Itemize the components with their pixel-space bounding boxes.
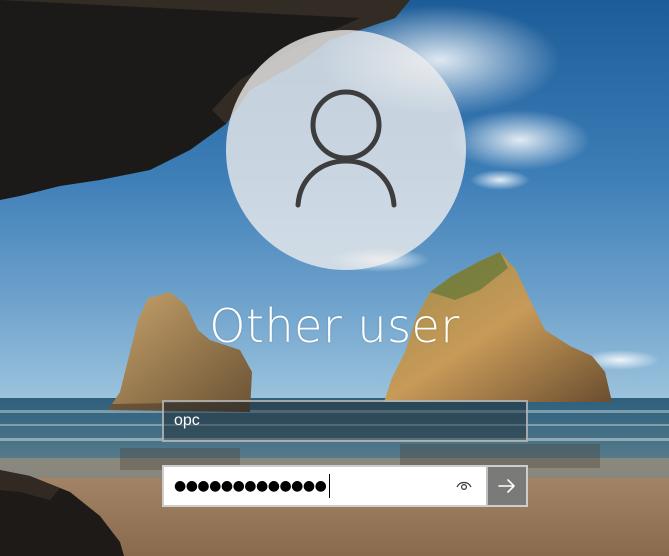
user-silhouette-icon — [295, 89, 397, 208]
arrow-right-icon — [498, 479, 515, 493]
password-input[interactable]: ●●●●●●●●●●●●● — [164, 467, 486, 505]
submit-button[interactable] — [486, 467, 526, 505]
password-mask: ●●●●●●●●●●●●● — [174, 478, 327, 494]
user-display-name: Other user — [209, 299, 460, 353]
password-field[interactable]: ●●●●●●●●●●●●● — [162, 465, 528, 507]
text-caret — [329, 474, 331, 498]
eye-icon — [456, 481, 472, 491]
lock-screen: Other user ●●●●●●●●●●●●● — [0, 0, 669, 556]
user-avatar — [226, 30, 466, 270]
reveal-password-button[interactable] — [452, 467, 476, 505]
password-text: ●●●●●●●●●●●●● — [174, 467, 331, 505]
username-field[interactable] — [162, 400, 528, 442]
username-input[interactable] — [164, 402, 526, 440]
